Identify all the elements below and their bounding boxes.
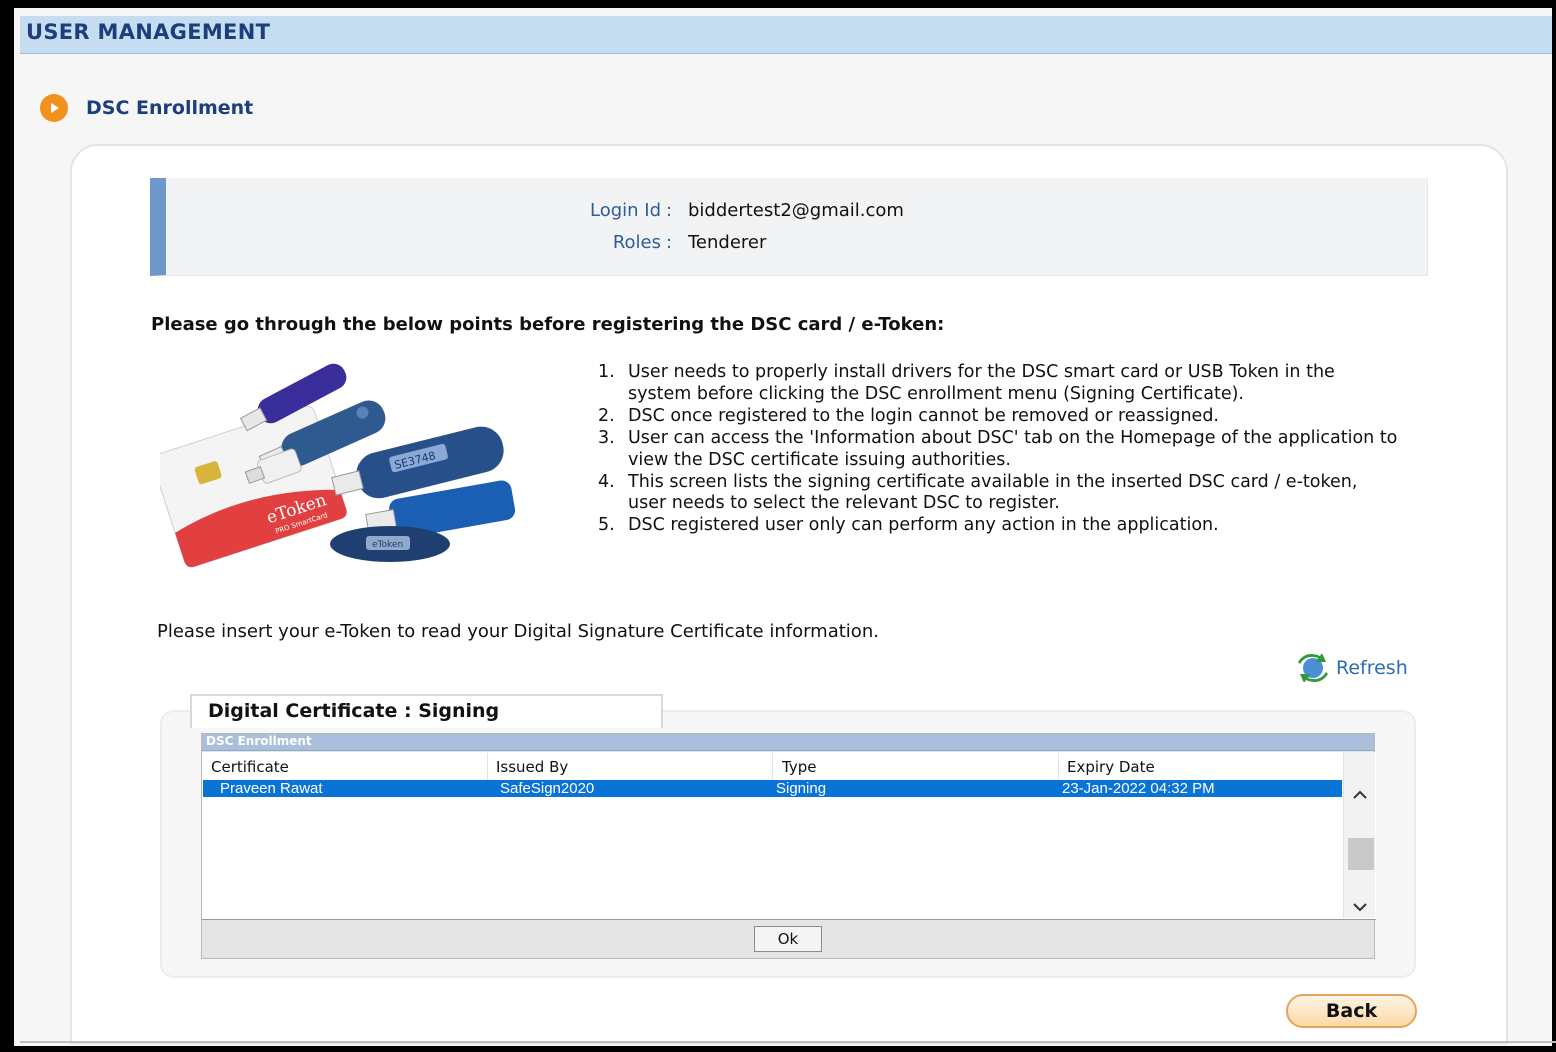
roles-row: Roles : Tenderer <box>166 232 1427 258</box>
fob-text: eToken <box>372 540 403 550</box>
login-id-label: Login Id <box>589 200 661 221</box>
section-title: DSC Enrollment <box>86 97 254 119</box>
list-item-number: 5. <box>598 515 615 536</box>
refresh-icon[interactable] <box>1296 654 1330 682</box>
list-item-text: User can access the 'Information about D… <box>628 427 1398 470</box>
list-item-text: This screen lists the signing certificat… <box>628 471 1358 514</box>
section-heading: DSC Enrollment <box>40 94 253 122</box>
instruction-list: 1. User needs to properly install drivers… <box>598 362 1398 537</box>
login-id-value: biddertest2@gmail.com <box>688 200 904 221</box>
list-scrollbar[interactable] <box>1343 752 1375 918</box>
ok-button[interactable]: Ok <box>754 926 822 952</box>
table-row[interactable]: Praveen Rawat SafeSign2020 Signing 23-Ja… <box>203 780 1342 797</box>
column-divider <box>772 753 773 783</box>
login-id-row: Login Id : biddertest2@gmail.com <box>166 200 1427 226</box>
footer-divider <box>20 1041 1556 1043</box>
certificate-list[interactable]: Certificate Issued By Type Expiry Date P… <box>202 752 1376 920</box>
refresh-link[interactable]: Refresh <box>1296 654 1408 682</box>
login-id-separator: : <box>666 200 673 221</box>
column-divider <box>487 753 488 783</box>
cell-issued-by: SafeSign2020 <box>500 780 595 797</box>
list-item: 3. User can access the 'Information about… <box>598 428 1398 472</box>
back-button[interactable]: Back <box>1286 994 1417 1028</box>
column-header-type[interactable]: Type <box>782 758 816 776</box>
list-item-text: User needs to properly install drivers f… <box>628 362 1335 404</box>
certificate-tab-label: Digital Certificate : Signing <box>208 700 500 722</box>
scroll-up-icon[interactable] <box>1351 786 1369 804</box>
list-item-number: 1. <box>598 362 615 382</box>
list-item: 1. User needs to properly install drivers… <box>598 362 1398 406</box>
login-info-box: Login Id : biddertest2@gmail.com Roles :… <box>150 178 1428 276</box>
certificate-tab: Digital Certificate : Signing <box>190 694 663 728</box>
roles-value: Tenderer <box>688 232 767 253</box>
column-header-certificate[interactable]: Certificate <box>211 758 289 776</box>
column-header-expiry-date[interactable]: Expiry Date <box>1067 758 1155 776</box>
list-item-text: DSC once registered to the login cannot … <box>628 405 1219 426</box>
scroll-thumb[interactable] <box>1348 838 1374 870</box>
list-item-text: DSC registered user only can perform any… <box>628 515 1219 536</box>
column-divider <box>1058 753 1059 783</box>
dsc-enrollment-dialog: DSC Enrollment Certificate Issued By Typ… <box>201 733 1376 959</box>
dialog-titlebar: DSC Enrollment <box>202 734 1374 751</box>
list-item-number: 4. <box>598 471 615 492</box>
roles-label: Roles <box>612 232 661 253</box>
page-title: USER MANAGEMENT <box>26 20 271 44</box>
instructions-heading: Please go through the below points befor… <box>151 314 945 335</box>
column-header-issued-by[interactable]: Issued By <box>496 758 568 776</box>
dialog-title: DSC Enrollment <box>206 734 312 748</box>
list-item: 5. DSC registered user only can perform a… <box>598 515 1398 537</box>
scroll-down-icon[interactable] <box>1351 898 1369 916</box>
cell-expiry-date: 23-Jan-2022 04:32 PM <box>1062 780 1215 797</box>
insert-token-message: Please insert your e-Token to read your … <box>157 621 879 642</box>
list-item: 4. This screen lists the signing certific… <box>598 472 1398 516</box>
dsc-token-image: eToken PRO SmartCard SE3748 eToken <box>160 363 516 568</box>
list-item-number: 2. <box>598 405 615 426</box>
play-circle-icon <box>40 94 68 122</box>
cell-certificate: Praveen Rawat <box>220 780 323 797</box>
roles-separator: : <box>666 232 673 253</box>
cell-type: Signing <box>776 780 827 797</box>
list-item: 2. DSC once registered to the login canno… <box>598 406 1398 428</box>
list-item-number: 3. <box>598 427 615 448</box>
refresh-label[interactable]: Refresh <box>1336 657 1408 679</box>
page-header: USER MANAGEMENT <box>20 16 1552 54</box>
